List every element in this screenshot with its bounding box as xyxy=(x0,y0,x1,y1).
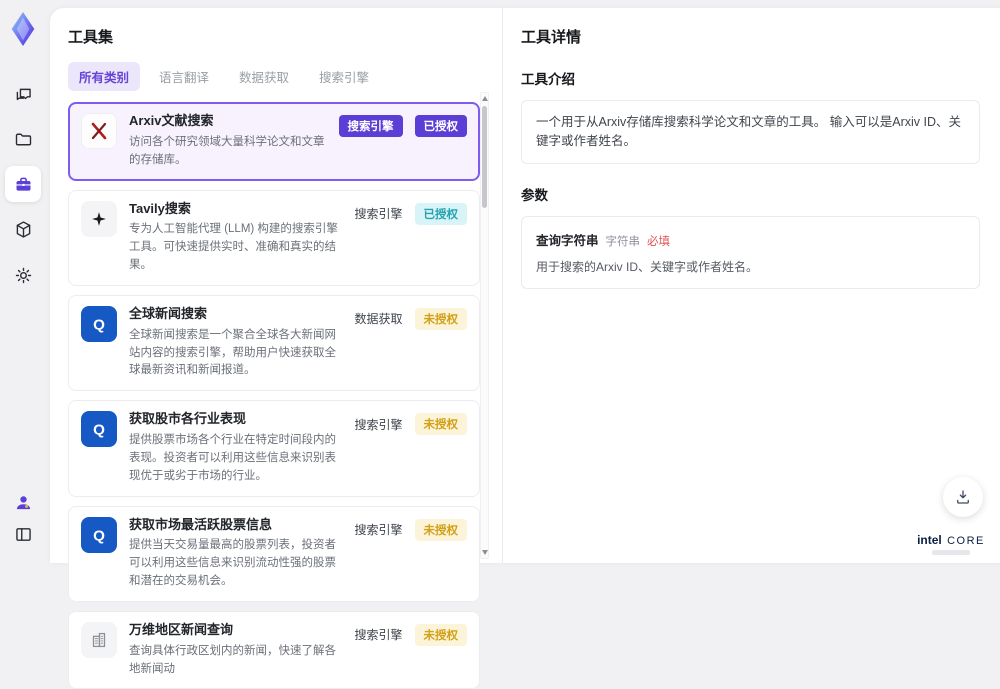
auth-status-badge: 未授权 xyxy=(414,623,467,646)
category-label: 搜索引擎 xyxy=(354,417,403,432)
main-content-card: 工具集 所有类别 语言翻译 数据获取 搜索引擎 Arxiv文献搜索 访问各个研究… xyxy=(50,8,1000,689)
auth-status-badge: 已授权 xyxy=(414,115,467,137)
download-button[interactable] xyxy=(943,477,983,517)
svg-text:Q: Q xyxy=(93,316,105,333)
chat-nav-icon[interactable] xyxy=(8,80,38,110)
category-label: 搜索引擎 xyxy=(354,207,403,222)
user-avatar-icon[interactable] xyxy=(8,487,38,517)
tool-desc: 提供当天交易量最高的股票列表，投资者可以利用这些信息来识别流动性强的股票和潜在的… xyxy=(129,539,336,588)
brand-intel-text: intel xyxy=(917,533,942,547)
settings-gear-icon[interactable] xyxy=(8,260,38,290)
svg-text:Q: Q xyxy=(93,527,105,544)
list-scrollbar[interactable] xyxy=(480,92,489,559)
sidebar-rail xyxy=(0,0,46,563)
tool-name: Arxiv文献搜索 xyxy=(129,113,214,128)
param-name: 查询字符串 xyxy=(536,233,599,248)
tool-card-global-news[interactable]: Q 全球新闻搜索 全球新闻搜索是一个聚合全球各大新闻网站内容的搜索引擎，帮助用户… xyxy=(68,294,480,392)
scroll-up-arrow-icon[interactable] xyxy=(481,96,488,101)
tool-desc: 专为人工智能代理 (LLM) 构建的搜索引擎工具。可快速提供实时、准确和真实的结… xyxy=(129,223,338,272)
tool-name: Tavily搜索 xyxy=(129,200,191,216)
intro-heading: 工具介绍 xyxy=(521,72,575,87)
news-app-icon: Q xyxy=(81,305,117,342)
download-icon xyxy=(957,490,969,504)
tool-list-panel: 工具集 所有类别 语言翻译 数据获取 搜索引擎 Arxiv文献搜索 访问各个研究… xyxy=(50,8,502,689)
page-title: 工具集 xyxy=(68,29,114,46)
brand-underline xyxy=(932,550,970,555)
tool-desc: 查询具体行政区划内的新闻，快速了解各地新闻动 xyxy=(129,644,336,675)
detail-title: 工具详情 xyxy=(521,29,582,46)
scroll-down-arrow-icon[interactable] xyxy=(481,550,488,555)
sparkle-star-icon xyxy=(81,200,117,237)
tool-card-tavily[interactable]: Tavily搜索 专为人工智能代理 (LLM) 构建的搜索引擎工具。可快速提供实… xyxy=(68,189,480,286)
tool-detail-panel: 工具详情 工具介绍 一个用于从Arxiv存储库搜索科学论文和文章的工具。 输入可… xyxy=(502,8,1000,563)
brand-core-text: CORE xyxy=(947,535,985,547)
tab-language-translation[interactable]: 语言翻译 xyxy=(148,62,220,91)
tool-name: 获取市场最活跃股票信息 xyxy=(129,516,273,532)
tool-desc: 提供股票市场各个行业在特定时间段内的表现。投资者可以利用这些信息来识别表现优于或… xyxy=(129,434,336,482)
cube-nav-icon[interactable] xyxy=(8,214,38,244)
news-app-icon: Q xyxy=(81,516,117,553)
tab-data-fetch[interactable]: 数据获取 xyxy=(228,62,300,91)
tool-name: 获取股市各行业表现 xyxy=(129,411,247,427)
category-label: 数据获取 xyxy=(354,312,403,327)
param-type: 字符串 xyxy=(605,235,641,248)
tool-desc: 全球新闻搜索是一个聚合全球各大新闻网站内容的搜索引擎，帮助用户快速获取全球最新资… xyxy=(129,328,336,377)
building-icon xyxy=(81,621,117,658)
scrollbar-thumb[interactable] xyxy=(482,106,487,208)
news-app-icon: Q xyxy=(81,411,117,448)
auth-status-badge: 已授权 xyxy=(414,202,467,225)
tab-all-categories[interactable]: 所有类别 xyxy=(68,62,141,91)
tool-name: 全球新闻搜索 xyxy=(129,305,208,321)
params-heading: 参数 xyxy=(521,187,548,203)
collapse-panel-icon[interactable] xyxy=(8,519,38,549)
auth-status-badge: 未授权 xyxy=(414,307,467,330)
folder-nav-icon[interactable] xyxy=(8,124,38,154)
param-card: 查询字符串 字符串 必填 用于搜索的Arxiv ID、关键字或作者姓名。 xyxy=(521,215,980,289)
tool-card-sector-performance[interactable]: Q 获取股市各行业表现 提供股票市场各个行业在特定时间段内的表现。投资者可以利用… xyxy=(68,400,480,497)
toolbox-nav-icon-active[interactable] xyxy=(5,166,41,202)
tool-desc: 访问各个研究领域大量科学论文和文章的存储库。 xyxy=(129,135,325,166)
intro-text: 一个用于从Arxiv存储库搜索科学论文和文章的工具。 输入可以是Arxiv ID… xyxy=(521,100,980,164)
param-desc: 用于搜索的Arxiv ID、关键字或作者姓名。 xyxy=(536,259,759,274)
tool-list: Arxiv文献搜索 访问各个研究领域大量科学论文和文章的存储库。 搜索引擎 已授… xyxy=(68,102,480,689)
category-tabs: 所有类别 语言翻译 数据获取 搜索引擎 xyxy=(68,62,502,91)
auth-status-badge: 未授权 xyxy=(414,518,467,541)
param-required-flag: 必填 xyxy=(647,235,671,248)
app-logo-icon xyxy=(11,12,35,46)
category-badge: 搜索引擎 xyxy=(338,115,403,137)
category-label: 搜索引擎 xyxy=(354,628,403,643)
tool-card-most-active-stocks[interactable]: Q 获取市场最活跃股票信息 提供当天交易量最高的股票列表，投资者可以利用这些信息… xyxy=(68,505,480,602)
tool-card-arxiv[interactable]: Arxiv文献搜索 访问各个研究领域大量科学论文和文章的存储库。 搜索引擎 已授… xyxy=(68,102,480,181)
auth-status-badge: 未授权 xyxy=(414,413,467,436)
category-label: 搜索引擎 xyxy=(354,523,403,537)
tool-card-regional-news[interactable]: 万维地区新闻查询 查询具体行政区划内的新闻，快速了解各地新闻动 搜索引擎 未授权 xyxy=(68,610,480,689)
tab-search-engine[interactable]: 搜索引擎 xyxy=(308,62,380,91)
svg-text:Q: Q xyxy=(93,422,105,439)
tool-name: 万维地区新闻查询 xyxy=(129,621,234,637)
arxiv-logo-icon xyxy=(81,113,117,149)
intel-core-logo: intel CORE xyxy=(912,533,990,555)
